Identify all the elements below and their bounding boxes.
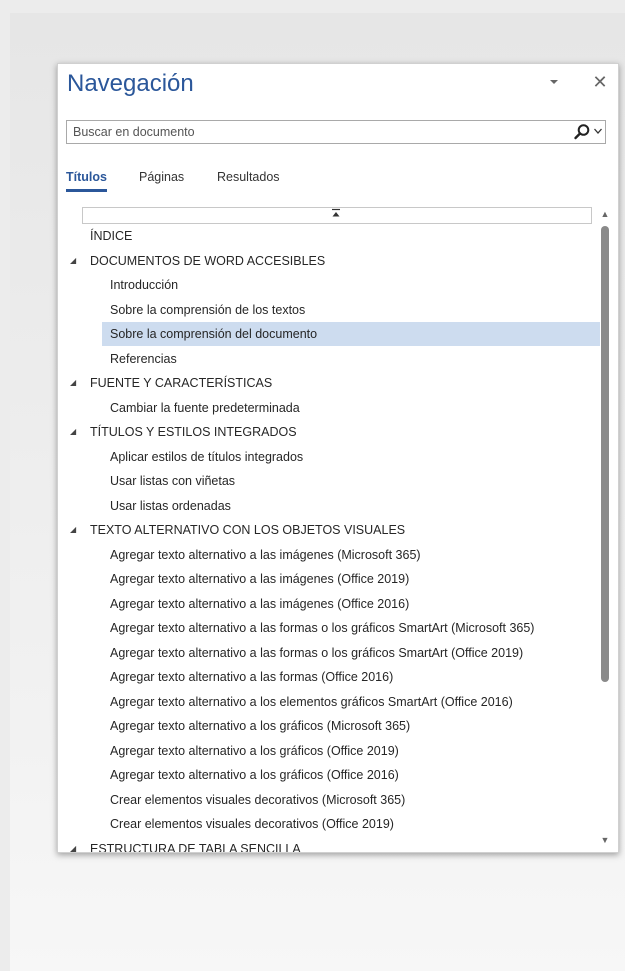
tree-item[interactable]: FUENTE Y CARACTERÍSTICAS: [90, 371, 272, 395]
tree-item[interactable]: Crear elementos visuales decorativos (Of…: [110, 812, 394, 836]
tree-item[interactable]: Agregar texto alternativo a las imágenes…: [110, 567, 409, 591]
expand-caret-icon[interactable]: ◢: [70, 249, 80, 273]
tree-item[interactable]: ESTRUCTURA DE TABLA SENCILLA: [90, 837, 301, 853]
tree-item[interactable]: ÍNDICE: [90, 224, 132, 248]
tree-item[interactable]: Agregar texto alternativo a las imágenes…: [110, 592, 409, 616]
tree-item[interactable]: Crear elementos visuales decorativos (Mi…: [110, 788, 405, 812]
tree-item[interactable]: Referencias: [110, 347, 177, 371]
navigation-pane: Navegación ✕ Títulos Páginas Resultados: [57, 63, 619, 853]
scroll-thumb[interactable]: [601, 226, 609, 682]
tab-resultados[interactable]: Resultados: [217, 170, 280, 189]
tree-item[interactable]: Usar listas ordenadas: [110, 494, 231, 518]
pane-options-chevron-down-icon[interactable]: [546, 76, 562, 92]
expand-caret-icon[interactable]: ◢: [70, 371, 80, 395]
tree-item[interactable]: TÍTULOS Y ESTILOS INTEGRADOS: [90, 420, 297, 444]
expand-caret-icon[interactable]: ◢: [70, 837, 80, 853]
collapse-all-button[interactable]: [82, 207, 592, 224]
tree-item[interactable]: Agregar texto alternativo a los gráficos…: [110, 763, 399, 787]
tab-paginas[interactable]: Páginas: [139, 170, 184, 189]
tree-item[interactable]: Introducción: [110, 273, 178, 297]
collapse-up-icon: [331, 208, 341, 223]
window-background: Navegación ✕ Títulos Páginas Resultados: [10, 13, 625, 971]
search-box: [66, 120, 606, 144]
tree-item[interactable]: Agregar texto alternativo a las formas (…: [110, 665, 393, 689]
pane-title: Navegación: [67, 70, 194, 97]
search-options-chevron-down-icon[interactable]: [594, 124, 602, 140]
tree-item[interactable]: Agregar texto alternativo a los gráficos…: [110, 714, 410, 738]
scroll-up-arrow-icon[interactable]: ▲: [600, 209, 610, 219]
tree-item[interactable]: Cambiar la fuente predeterminada: [110, 396, 300, 420]
search-input[interactable]: [67, 121, 573, 143]
expand-caret-icon[interactable]: ◢: [70, 420, 80, 444]
tree-item[interactable]: DOCUMENTOS DE WORD ACCESIBLES: [90, 249, 325, 273]
close-icon[interactable]: ✕: [590, 72, 610, 92]
tree-item[interactable]: Sobre la comprensión del documento: [102, 322, 600, 346]
tree-item[interactable]: Agregar texto alternativo a los elemento…: [110, 690, 513, 714]
tree-item[interactable]: Agregar texto alternativo a las imágenes…: [110, 543, 421, 567]
tree-item[interactable]: Aplicar estilos de títulos integrados: [110, 445, 303, 469]
tab-titulos[interactable]: Títulos: [66, 170, 107, 192]
vertical-scrollbar[interactable]: ▲ ▼: [598, 209, 612, 849]
search-icon[interactable]: [573, 123, 591, 141]
tree-item[interactable]: Usar listas con viñetas: [110, 469, 235, 493]
tree-item[interactable]: TEXTO ALTERNATIVO CON LOS OBJETOS VISUAL…: [90, 518, 405, 542]
scroll-down-arrow-icon[interactable]: ▼: [600, 835, 610, 845]
tree-item[interactable]: Agregar texto alternativo a los gráficos…: [110, 739, 399, 763]
tree-item[interactable]: Sobre la comprensión de los textos: [110, 298, 305, 322]
tree-item[interactable]: Agregar texto alternativo a las formas o…: [110, 616, 534, 640]
tree-item[interactable]: Agregar texto alternativo a las formas o…: [110, 641, 523, 665]
expand-caret-icon[interactable]: ◢: [70, 518, 80, 542]
headings-tree: ÍNDICE ◢ DOCUMENTOS DE WORD ACCESIBLES Intr…: [58, 207, 618, 852]
